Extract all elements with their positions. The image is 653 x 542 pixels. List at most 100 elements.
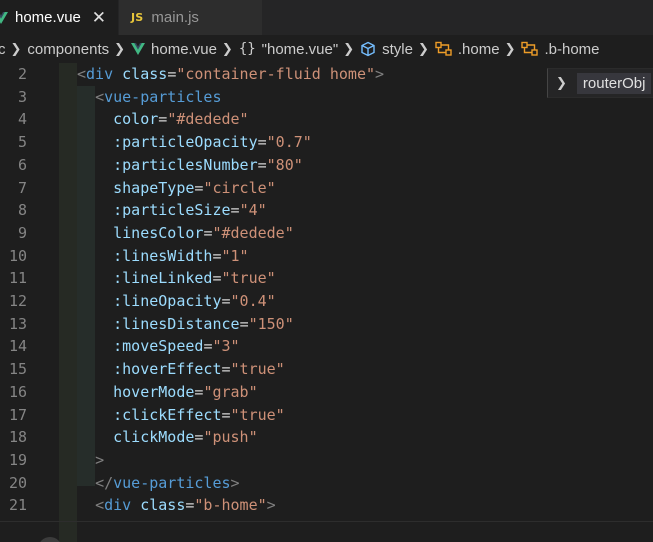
code-token-indent — [77, 224, 113, 242]
breadcrumb-item-module[interactable]: {} "home.vue" — [239, 41, 338, 58]
breadcrumb-item-file[interactable]: home.vue — [131, 41, 217, 58]
code-token-attr: class — [131, 496, 186, 515]
code-token-indent — [77, 315, 113, 333]
code-area[interactable]: <div class="container-fluid home"> <vue-… — [77, 63, 653, 542]
code-token-attr: class — [113, 65, 168, 83]
code-token-attr: :linesWidth — [113, 246, 213, 265]
chevron-right-icon: ❯ — [114, 41, 126, 57]
code-token-post: > — [266, 496, 276, 515]
code-token-attr: hoverMode — [113, 382, 195, 401]
code-token-eq: = — [257, 155, 267, 174]
line-number: 5 — [17, 133, 27, 152]
code-line: :particleOpacity="0.7" — [77, 131, 312, 154]
code-line: :lineLinked="true" — [77, 267, 276, 290]
code-token-eq: = — [230, 201, 240, 220]
breadcrumb-item-components[interactable]: components — [27, 41, 109, 58]
breadcrumb-item-src[interactable]: rc — [0, 41, 6, 58]
code-token-attr: shapeType — [113, 178, 195, 197]
code-token-val: "0.7" — [266, 133, 312, 152]
code-token-tag: vue-particles — [113, 473, 231, 492]
breadcrumb-item-style[interactable]: style — [360, 41, 413, 58]
code-token-eq: = — [221, 292, 231, 310]
code-token-tag: vue-particles — [104, 87, 222, 106]
code-token-val: "#dedede" — [167, 110, 249, 129]
code-token-attr: linesColor — [113, 223, 204, 242]
code-line: hoverMode="grab" — [77, 381, 258, 404]
outline-popup[interactable]: ❯ routerObj — [547, 68, 653, 98]
tab-label: main.js — [151, 9, 199, 26]
code-token-val: "container-fluid home" — [176, 65, 376, 83]
line-number: 16 — [8, 382, 27, 401]
code-token-val: "#dedede" — [212, 223, 294, 242]
code-token-post: > — [230, 473, 240, 492]
code-token-indent — [77, 451, 95, 469]
popup-label: routerObj — [576, 72, 652, 94]
code-token-attr: :particleOpacity — [113, 133, 258, 152]
code-token-val: "1" — [221, 246, 249, 265]
code-token-eq: = — [167, 65, 177, 83]
code-token-attr: :lineOpacity — [113, 292, 222, 310]
code-token-attr: :particlesNumber — [113, 155, 258, 174]
chevron-right-icon: ❯ — [556, 75, 567, 91]
code-token-indent — [77, 247, 113, 265]
code-token-indent — [77, 269, 113, 287]
tab-home-vue[interactable]: home.vue ✕ — [0, 0, 118, 35]
line-number: 9 — [17, 223, 27, 242]
code-token-pre: > — [95, 450, 105, 469]
code-line: <vue-particles — [77, 86, 222, 109]
vue-icon — [0, 11, 8, 24]
code-line: clickMode="push" — [77, 426, 258, 449]
code-token-attr: :linesDistance — [113, 314, 240, 333]
code-token-indent — [77, 360, 113, 378]
code-token-val: "true" — [221, 269, 276, 288]
code-token-pre: < — [77, 65, 87, 83]
code-token-eq: = — [221, 405, 231, 424]
code-token-tag: div — [104, 496, 132, 515]
code-token-pre: </ — [95, 473, 114, 492]
code-token-val: "4" — [239, 201, 267, 220]
code-token-val: "b-home" — [194, 496, 267, 515]
code-token-eq: = — [212, 246, 222, 265]
code-line: :lineOpacity="0.4" — [77, 290, 276, 313]
code-token-indent — [77, 337, 113, 355]
close-icon[interactable]: ✕ — [92, 8, 106, 28]
line-number-gutter: 2 3 4 5 6 7 8 9 10 11 12 13 14 15 16 17 18 19 20 21 — [0, 63, 60, 542]
line-number: 13 — [8, 314, 27, 333]
code-token-indent — [77, 201, 113, 219]
code-editor[interactable]: 2 3 4 5 6 7 8 9 10 11 12 13 14 15 16 17 18 19 20 21 <div cl… — [0, 63, 653, 542]
css-selector-icon — [435, 41, 452, 56]
code-token-attr: :hoverEffect — [113, 360, 222, 379]
code-token-indent — [77, 496, 95, 514]
code-token-indent — [77, 383, 113, 401]
code-token-pre: < — [95, 496, 105, 515]
line-number: 7 — [17, 178, 27, 197]
breadcrumb-item-b-home[interactable]: .b-home — [521, 40, 600, 58]
code-token-indent — [77, 88, 95, 106]
tab-label: home.vue — [15, 9, 81, 26]
line-number: 11 — [8, 269, 27, 288]
line-number: 2 — [17, 65, 27, 83]
code-token-val: "true" — [230, 405, 285, 424]
breadcrumb-label: .b-home — [544, 40, 600, 58]
code-line: :particlesNumber="80" — [77, 154, 303, 177]
code-token-attr: :moveSpeed — [113, 337, 204, 356]
line-number: 8 — [17, 201, 27, 220]
code-token-eq: = — [257, 133, 267, 152]
code-line: </vue-particles> — [77, 472, 240, 495]
breadcrumb-label: rc — [0, 40, 6, 58]
css-selector-icon — [521, 41, 539, 56]
code-line: > — [77, 449, 104, 472]
code-token-eq: = — [221, 360, 231, 379]
code-line: :linesDistance="150" — [77, 313, 294, 336]
line-number: 21 — [8, 496, 27, 515]
chevron-right-icon: ❯ — [221, 41, 233, 57]
code-token-pre: < — [95, 87, 105, 106]
code-token-val: "push" — [203, 428, 258, 447]
chevron-right-icon: ❯ — [417, 41, 429, 57]
chevron-right-icon: ❯ — [10, 41, 22, 57]
line-number: 6 — [17, 155, 27, 174]
divider — [0, 521, 653, 522]
tab-main-js[interactable]: JS main.js — [118, 0, 262, 35]
breadcrumb-label: components — [27, 40, 110, 58]
breadcrumb-item-home[interactable]: .home — [435, 41, 500, 58]
